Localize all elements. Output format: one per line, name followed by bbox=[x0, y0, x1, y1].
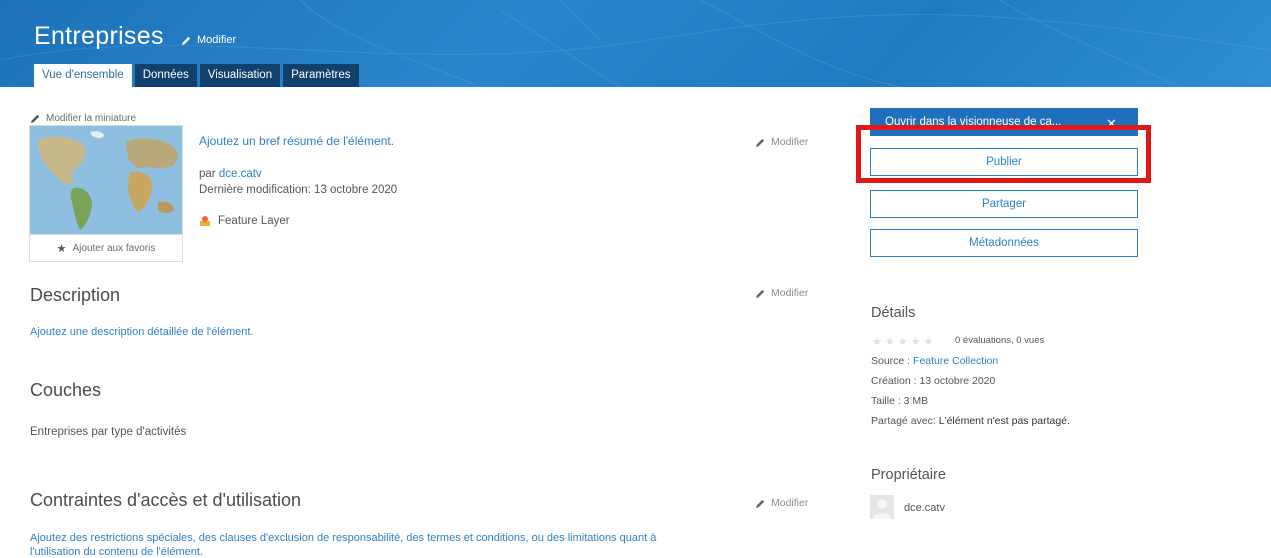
source-link[interactable]: Feature Collection bbox=[913, 355, 998, 367]
title-edit-link[interactable]: Modifier bbox=[181, 34, 236, 46]
star-icon: ★ bbox=[56, 243, 67, 255]
page-title: Entreprises bbox=[34, 22, 164, 50]
star-icon[interactable]: ★ bbox=[911, 335, 921, 348]
ratings-views: 0 évaluations, 0 vues bbox=[955, 335, 1045, 346]
pencil-icon bbox=[181, 36, 191, 45]
constraints-edit-label: Modifier bbox=[771, 497, 809, 509]
summary-edit-link[interactable]: Modifier bbox=[755, 136, 808, 148]
layers-heading: Couches bbox=[30, 380, 102, 400]
constraints-edit-link[interactable]: Modifier bbox=[755, 497, 808, 509]
owner-line: par dce.catv bbox=[199, 168, 262, 180]
source-label: Source : bbox=[871, 355, 914, 367]
share-button[interactable]: Partager bbox=[870, 190, 1138, 218]
owner-link[interactable]: dce.catv bbox=[219, 168, 262, 180]
by-prefix: par bbox=[199, 168, 219, 180]
shared-value: L'élément n'est pas partagé. bbox=[938, 415, 1070, 427]
metadata-button[interactable]: Métadonnées bbox=[870, 229, 1138, 257]
constraints-link-line1[interactable]: Ajoutez des restrictions spéciales, des … bbox=[30, 532, 656, 544]
shared-label: Partagé avec: bbox=[871, 415, 939, 427]
description-heading: Description bbox=[30, 285, 121, 305]
item-tabs: Vue d'ensemble Données Visualisation Par… bbox=[34, 64, 362, 87]
summary-link[interactable]: Ajoutez un bref résumé de l'élément. bbox=[199, 134, 394, 148]
description-edit-label: Modifier bbox=[771, 287, 809, 299]
pencil-icon bbox=[755, 138, 765, 147]
pencil-icon bbox=[30, 114, 40, 124]
rating-stars[interactable]: ★ ★ ★ ★ ★ bbox=[872, 335, 933, 348]
feature-layer-icon bbox=[200, 216, 210, 226]
pencil-icon bbox=[755, 289, 765, 298]
shared-with: Partagé avec: L'élément n'est pas partag… bbox=[871, 415, 1070, 427]
edit-thumbnail-link[interactable]: Modifier la miniature bbox=[30, 113, 136, 124]
source-line: Source : Feature Collection bbox=[871, 355, 998, 367]
add-favorites-label: Ajouter aux favoris bbox=[72, 243, 156, 254]
highlight-box bbox=[856, 125, 1151, 183]
summary-edit-label: Modifier bbox=[771, 136, 809, 148]
details-heading: Détails bbox=[871, 305, 916, 321]
world-map-thumbnail bbox=[30, 126, 182, 234]
constraints-link-line2[interactable]: l'utilisation du contenu de l'élément. bbox=[30, 546, 203, 558]
star-icon[interactable]: ★ bbox=[872, 335, 882, 348]
add-to-favorites-button[interactable]: ★ Ajouter aux favoris bbox=[30, 234, 182, 262]
item-type: Feature Layer bbox=[199, 215, 290, 227]
header-banner: Entreprises Modifier Vue d'ensemble Donn… bbox=[0, 0, 1271, 87]
owner-heading: Propriétaire bbox=[871, 467, 946, 483]
item-thumbnail: ★ Ajouter aux favoris bbox=[29, 125, 183, 262]
tab-visualization[interactable]: Visualisation bbox=[199, 64, 281, 87]
last-modified: Dernière modification: 13 octobre 2020 bbox=[199, 184, 398, 196]
tab-data[interactable]: Données bbox=[134, 64, 197, 87]
tab-settings[interactable]: Paramètres bbox=[283, 64, 359, 87]
tab-overview[interactable]: Vue d'ensemble bbox=[34, 64, 132, 87]
layer-item[interactable]: Entreprises par type d'activités bbox=[30, 426, 186, 438]
description-edit-link[interactable]: Modifier bbox=[755, 287, 808, 299]
pencil-icon bbox=[755, 499, 765, 508]
owner-name[interactable]: dce.catv bbox=[904, 502, 945, 514]
star-icon[interactable]: ★ bbox=[924, 335, 934, 348]
item-type-label: Feature Layer bbox=[218, 215, 290, 227]
avatar bbox=[870, 495, 894, 519]
title-edit-label: Modifier bbox=[197, 34, 237, 46]
description-link[interactable]: Ajoutez une description détaillée de l'é… bbox=[30, 326, 253, 338]
star-icon[interactable]: ★ bbox=[898, 335, 908, 348]
constraints-heading: Contraintes d'accès et d'utilisation bbox=[30, 490, 302, 510]
size-info: Taille : 3 MB bbox=[871, 395, 929, 407]
edit-thumbnail-label: Modifier la miniature bbox=[46, 113, 137, 124]
user-avatar-icon bbox=[870, 495, 894, 519]
star-icon[interactable]: ★ bbox=[885, 335, 895, 348]
created-date: Création : 13 octobre 2020 bbox=[871, 375, 996, 387]
